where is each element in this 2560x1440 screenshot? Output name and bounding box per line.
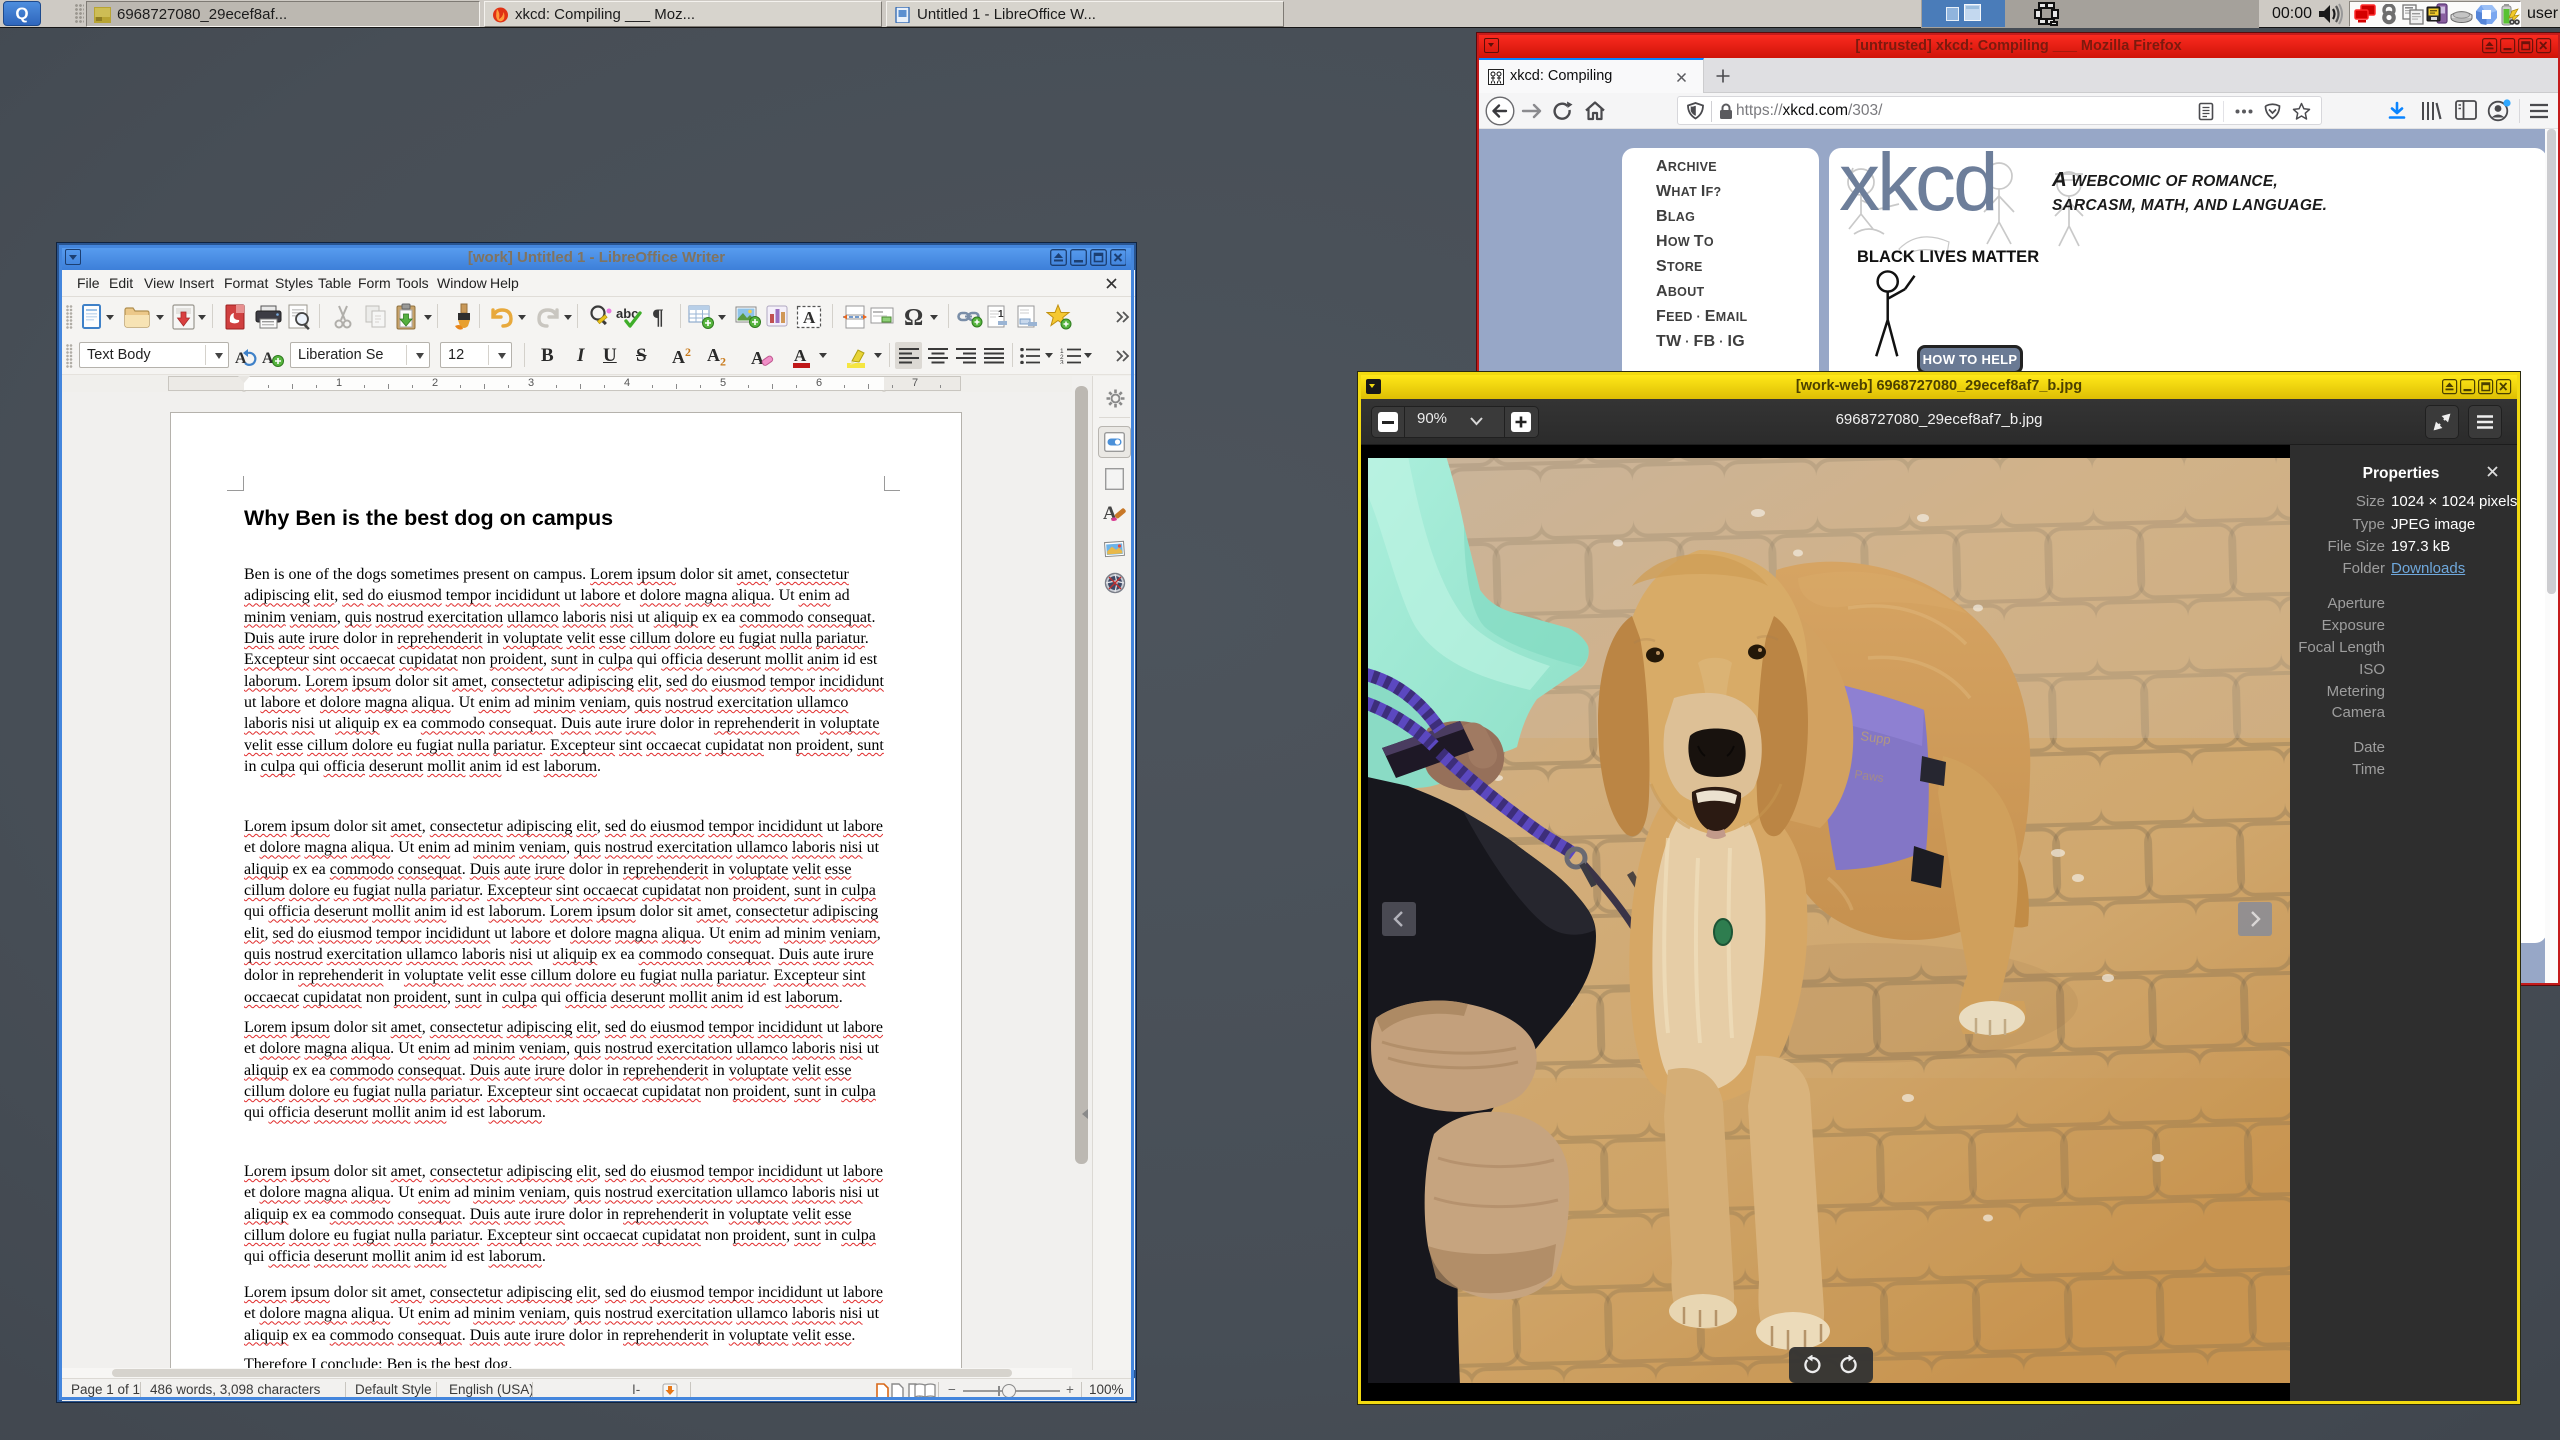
svg-text:3: 3 [1060,360,1064,365]
svg-text:A: A [751,348,764,368]
svg-text:A: A [803,308,816,327]
svg-text:1: 1 [998,309,1004,320]
svg-text:A: A [1103,503,1117,524]
svg-text:A: A [794,346,807,365]
svg-text:A: A [262,350,274,367]
svg-text:¶: ¶ [652,305,664,329]
svg-text:Ω: Ω [904,305,923,330]
